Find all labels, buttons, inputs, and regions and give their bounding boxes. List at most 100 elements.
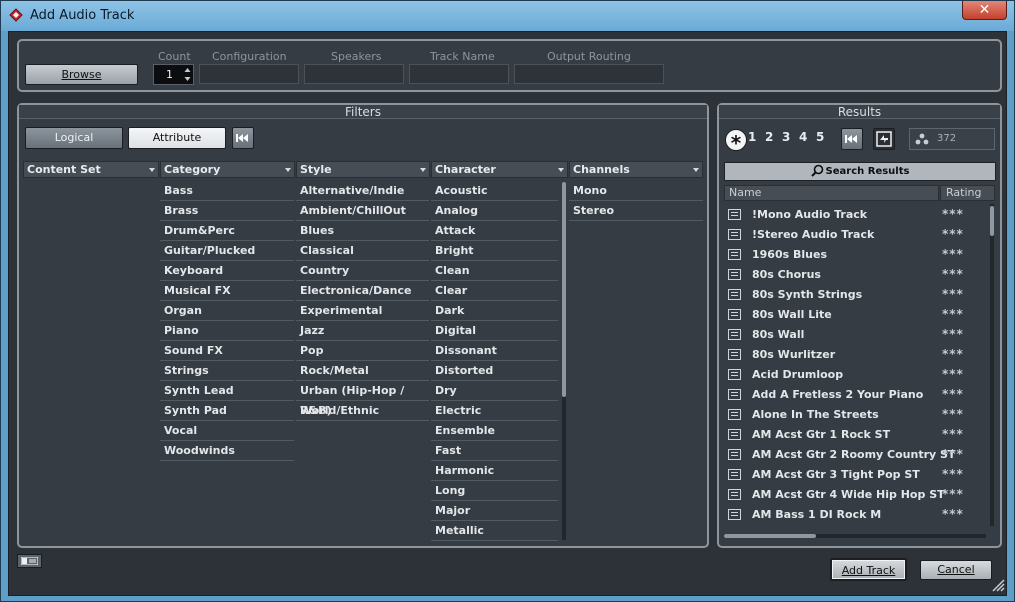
category-item[interactable]: Drum&Perc [160, 221, 294, 241]
character-scrollbar[interactable] [562, 182, 566, 540]
result-rating[interactable]: *** [942, 207, 964, 221]
result-row[interactable]: 1960s Blues *** [724, 245, 992, 265]
result-row[interactable]: AM Acst Gtr 2 Roomy Country ST *** [724, 445, 992, 465]
stepper-arrows-icon[interactable] [184, 66, 191, 83]
result-rating[interactable]: *** [942, 227, 964, 241]
result-row[interactable]: AM Acst Gtr 3 Tight Pop ST *** [724, 465, 992, 485]
browse-button[interactable]: Browse [25, 64, 138, 85]
character-item[interactable]: Long [431, 481, 558, 501]
rating-filter-3[interactable]: 3 [782, 130, 790, 144]
result-rating[interactable]: *** [942, 487, 964, 501]
style-item[interactable]: Classical [296, 241, 429, 261]
style-item[interactable]: Experimental [296, 301, 429, 321]
category-item[interactable]: Piano [160, 321, 294, 341]
result-rating[interactable]: *** [942, 367, 964, 381]
sync-selection-button[interactable] [873, 128, 895, 150]
result-row[interactable]: Add A Fretless 2 Your Piano *** [724, 385, 992, 405]
category-item[interactable]: Guitar/Plucked [160, 241, 294, 261]
style-item[interactable]: Ambient/ChillOut [296, 201, 429, 221]
close-button[interactable]: ✕ [962, 1, 1007, 20]
character-item[interactable]: Fast [431, 441, 558, 461]
style-item[interactable]: Urban (Hip-Hop / R&B) [296, 381, 429, 417]
category-item[interactable]: Organ [160, 301, 294, 321]
results-h-scrollbar-thumb[interactable] [724, 534, 816, 538]
configuration-field[interactable] [199, 64, 299, 84]
character-item[interactable]: Attack [431, 221, 558, 241]
result-row[interactable]: AM Acst Gtr 1 Rock ST *** [724, 425, 992, 445]
rating-filter-4[interactable]: 4 [799, 130, 807, 144]
channels-dropdown-icon[interactable] [693, 168, 699, 172]
character-item[interactable]: Major [431, 501, 558, 521]
category-item[interactable]: Vocal [160, 421, 294, 441]
result-rating[interactable]: *** [942, 347, 964, 361]
category-item[interactable]: Synth Pad [160, 401, 294, 421]
result-rating[interactable]: *** [942, 507, 964, 521]
result-row[interactable]: !Stereo Audio Track *** [724, 225, 992, 245]
channels-item[interactable]: Stereo [569, 201, 703, 221]
results-name-header[interactable]: Name [724, 185, 939, 201]
result-rating[interactable]: *** [942, 327, 964, 341]
character-item[interactable]: Digital [431, 321, 558, 341]
result-row[interactable]: 80s Wall Lite *** [724, 305, 992, 325]
style-dropdown-icon[interactable] [420, 168, 426, 172]
result-rating[interactable]: *** [942, 447, 964, 461]
result-row[interactable]: Acid Drumloop *** [724, 365, 992, 385]
result-rating[interactable]: *** [942, 247, 964, 261]
result-row[interactable]: AM Acst Gtr 4 Wide Hip Hop ST *** [724, 485, 992, 505]
channels-header[interactable]: Channels [569, 161, 703, 178]
category-item[interactable]: Bass [160, 181, 294, 201]
character-item[interactable]: Harmonic [431, 461, 558, 481]
character-header[interactable]: Character [431, 161, 568, 178]
reset-filters-button[interactable] [232, 127, 254, 149]
character-item[interactable]: Dissonant [431, 341, 558, 361]
category-item[interactable]: Musical FX [160, 281, 294, 301]
result-row[interactable]: 80s Synth Strings *** [724, 285, 992, 305]
result-row[interactable]: 80s Wall *** [724, 325, 992, 345]
category-item[interactable]: Brass [160, 201, 294, 221]
attribute-tab[interactable]: Attribute [128, 127, 226, 149]
character-item[interactable]: Electric [431, 401, 558, 421]
character-item[interactable]: Distorted [431, 361, 558, 381]
rating-filter-1[interactable]: 1 [748, 130, 756, 144]
content-set-header[interactable]: Content Set [23, 161, 159, 178]
title-bar[interactable]: Add Audio Track ✕ [1, 1, 1014, 31]
style-item[interactable]: Electronica/Dance [296, 281, 429, 301]
logical-tab[interactable]: Logical [25, 127, 123, 149]
category-item[interactable]: Strings [160, 361, 294, 381]
style-item[interactable]: Alternative/Indie [296, 181, 429, 201]
add-track-button[interactable]: Add Track [830, 558, 907, 581]
result-rating[interactable]: *** [942, 307, 964, 321]
character-item[interactable]: Dark [431, 301, 558, 321]
character-item[interactable]: Acoustic [431, 181, 558, 201]
speakers-field[interactable] [304, 64, 404, 84]
results-h-scrollbar[interactable] [724, 534, 986, 538]
result-row[interactable]: AM Bass 1 DI Rock M *** [724, 505, 992, 525]
style-item[interactable]: World/Ethnic [296, 401, 429, 421]
category-header[interactable]: Category [160, 161, 295, 178]
style-item[interactable]: Jazz [296, 321, 429, 341]
category-item[interactable]: Sound FX [160, 341, 294, 361]
category-item[interactable]: Keyboard [160, 261, 294, 281]
style-item[interactable]: Blues [296, 221, 429, 241]
character-item[interactable]: Clear [431, 281, 558, 301]
rating-filter-5[interactable]: 5 [816, 130, 824, 144]
style-item[interactable]: Country [296, 261, 429, 281]
character-item[interactable]: Metallic [431, 521, 558, 541]
results-v-scrollbar-thumb[interactable] [990, 206, 994, 236]
cancel-button[interactable]: Cancel [920, 560, 992, 580]
reset-rating-button[interactable] [841, 128, 863, 150]
category-dropdown-icon[interactable] [285, 168, 291, 172]
result-rating[interactable]: *** [942, 287, 964, 301]
character-item[interactable]: Ensemble [431, 421, 558, 441]
character-item[interactable]: Dry [431, 381, 558, 401]
resize-grip-icon[interactable] [991, 578, 1005, 592]
rating-filter-2[interactable]: 2 [765, 130, 773, 144]
content-set-dropdown-icon[interactable] [149, 168, 155, 172]
result-rating[interactable]: *** [942, 427, 964, 441]
character-dropdown-icon[interactable] [558, 168, 564, 172]
style-item[interactable]: Pop [296, 341, 429, 361]
output-routing-field[interactable] [514, 64, 664, 84]
rating-all-button[interactable]: * [725, 129, 747, 155]
result-rating[interactable]: *** [942, 267, 964, 281]
count-stepper[interactable]: 1 [153, 64, 194, 85]
